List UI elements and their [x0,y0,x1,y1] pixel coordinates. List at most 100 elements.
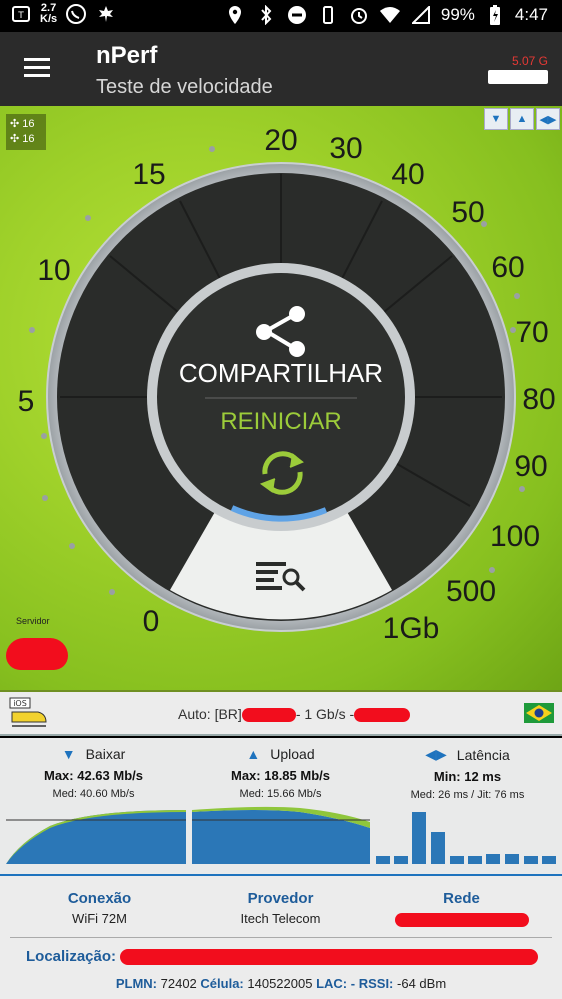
cell-value: 140522005 [247,976,313,991]
upload-max: Max: 18.85 Mb/s [231,768,330,783]
speed-gauge-panel: 0 5 10 15 20 30 40 50 60 70 80 90 100 50… [0,106,562,692]
speed-gauge: 0 5 10 15 20 30 40 50 60 70 80 90 100 50… [18,124,556,645]
upload-arrow-icon: ▲ [246,746,261,762]
battery-charging-icon [484,4,506,26]
latency-graph [376,812,556,864]
scale-label: 50 [451,196,484,229]
clock: 4:47 [514,5,548,24]
latency-min: Min: 12 ms [433,769,502,784]
expand-horizontal-button[interactable]: ◀▶ [536,108,560,130]
upload-threads-icon: ✣ [10,118,20,130]
server-description: Auto: [BR] - 1 Gb/s - [178,706,411,723]
network-value [368,911,555,927]
cell-label: Célula: [200,976,244,991]
chevron-up-button[interactable]: ▲ [510,108,534,130]
connection-column: Conexão WiFi 72M [6,890,193,926]
status-bar: T 2.7 K/s 99% 4:47 [0,0,562,32]
upload-threads-count: 16 [22,118,35,130]
cell-info-line: PLMN: 72402 Célula: 140522005 LAC: - RSS… [0,976,562,991]
battery-percent: 99% [440,5,475,24]
maple-leaf-icon [95,3,117,25]
lac-value: - [350,976,356,991]
provider-column: Provedor Itech Telecom [187,890,374,926]
scale-label: 40 [391,158,424,191]
menu-icon[interactable] [24,58,50,78]
view-controls: ▼ ▲ ◀▶ [484,108,560,130]
plmn-label: PLMN: [115,976,157,991]
location-row: Localização: [26,948,539,966]
scale-label: 30 [329,132,362,165]
results-graphs [6,806,556,864]
do-not-disturb-icon [286,4,308,26]
divider [10,937,552,938]
redaction [354,708,411,723]
connection-info-panel: Conexão WiFi 72M Provedor Itech Telecom … [0,876,562,999]
redaction [241,708,296,723]
download-threads-count: 16 [22,133,35,145]
network-column: Rede [368,890,555,927]
scale-label: 90 [514,450,547,483]
scale-label: 0 [143,605,160,638]
download-med: Med: 40.60 Mb/s [52,788,135,800]
location-icon [224,4,246,26]
restart-button[interactable]: REINICIAR [0,408,562,436]
plmn-value: 72402 [160,976,197,991]
app-bar: nPerf Teste de velocidade 5.07 G [0,32,562,106]
scale-label: 20 [264,124,297,157]
scale-label: 100 [490,520,540,553]
net-speed-indicator: 2.7 K/s [40,2,58,25]
whatsapp-icon [65,3,87,25]
scale-label: 15 [132,158,165,191]
download-threads-icon: ✣ [10,133,20,145]
latency-title: Latência [456,746,510,763]
server-redaction[interactable] [6,638,68,670]
provider-label: Provedor [247,890,314,907]
svg-text:T: T [17,11,24,21]
app-title: nPerf [96,42,158,69]
scale-label: 10 [37,254,70,287]
server-label: Servidor [16,616,50,626]
redaction [394,912,529,927]
connection-label: Conexão [67,890,132,907]
scale-label: 500 [446,575,496,608]
upload-column: ▲ Upload Max: 18.85 Mb/s Med: 15.66 Mb/s [187,746,374,800]
latency-med: Med: 26 ms / Jit: 76 ms [410,789,525,801]
download-column: ▼ Baixar Max: 42.63 Mb/s Med: 40.60 Mb/s [0,746,187,800]
connection-value: WiFi 72M [72,911,127,926]
alarm-icon [348,4,370,26]
upload-med: Med: 15.66 Mb/s [239,788,322,800]
scale-label: 60 [491,251,524,284]
sim-t-icon: T [10,3,32,25]
svg-text:iOS: iOS [13,699,27,708]
vibrate-icon [317,4,339,26]
latency-arrows-icon: ◀▶ [425,746,447,762]
connection-counter: ✣ 16 ✣ 16 [6,114,46,150]
results-panel: ▼ Baixar Max: 42.63 Mb/s Med: 40.60 Mb/s … [0,738,562,876]
network-label: Rede [443,890,480,907]
bluetooth-icon [255,4,277,26]
server-prefix: Auto: [BR] [178,706,242,722]
server-speed: - 1 Gb/s - [295,706,355,722]
wifi-icon [379,4,401,26]
app-subtitle: Teste de velocidade [96,76,273,98]
redaction [120,949,539,966]
share-button[interactable]: COMPARTILHAR [0,358,562,389]
download-arrow-icon: ▼ [61,746,76,762]
signal-icon [410,4,432,26]
server-info-row[interactable]: iOS Auto: [BR] - 1 Gb/s - [0,692,562,736]
latency-column: ◀▶ Latência Min: 12 ms Med: 26 ms / Jit: … [374,746,561,801]
chevron-down-button[interactable]: ▼ [484,108,508,130]
rssi-value: -64 dBm [397,976,447,991]
rssi-label: RSSI: [358,976,394,991]
scale-label: 70 [515,316,548,349]
gauge-inner-face [157,273,405,521]
download-max: Max: 42.63 Mb/s [44,768,143,783]
download-title: Baixar [85,746,126,762]
location-label: Localização: [26,948,117,965]
ios-server-icon: iOS [9,697,47,727]
scale-label: 1Gb [383,612,440,645]
brazil-flag-icon [524,703,554,723]
data-usage-bar [488,70,548,84]
data-used-label: 5.07 G [511,54,548,68]
provider-value: Itech Telecom [240,911,321,926]
